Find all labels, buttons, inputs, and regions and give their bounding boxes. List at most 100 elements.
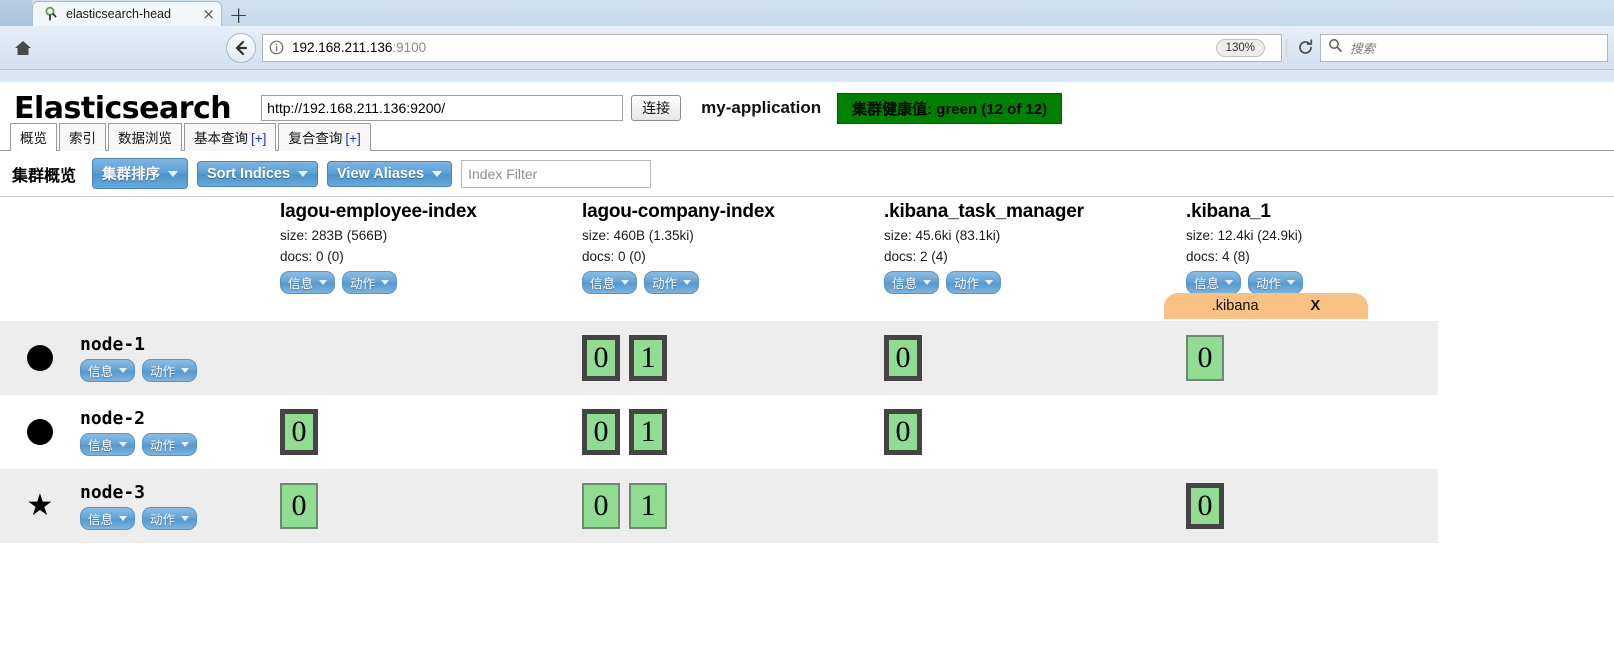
index-column-header: lagou-employee-index size: 283B (566B) doc…: [280, 197, 582, 294]
index-docs: docs: 2 (4): [884, 248, 948, 264]
index-actions: 信息 动作: [884, 270, 1186, 294]
tab-basic-query-plus: [+]: [251, 131, 267, 146]
node-info: node-2 信息 动作: [80, 408, 280, 456]
index-info-button[interactable]: 信息: [582, 270, 638, 294]
shard-replica[interactable]: 0: [1186, 335, 1224, 381]
chevron-down-icon: [181, 516, 190, 521]
chevron-down-icon: [319, 279, 328, 285]
shard-cell: 0: [280, 483, 582, 529]
view-aliases-button[interactable]: View Aliases: [327, 160, 453, 187]
index-info-button[interactable]: 信息: [280, 270, 336, 294]
tab-indices[interactable]: 索引: [59, 123, 106, 151]
index-action-button-label: 动作: [350, 276, 376, 291]
address-bar[interactable]: 192.168.211.136:9100 130%: [262, 33, 1282, 62]
elasticsearch-favicon-icon: [43, 6, 59, 22]
chevron-down-icon: [923, 279, 932, 285]
node-marker: [0, 345, 80, 371]
home-icon[interactable]: [6, 38, 40, 58]
sort-cluster-button[interactable]: 集群排序: [92, 158, 189, 189]
url-host: 192.168.211.136: [292, 40, 393, 55]
node-actions: 信息 动作: [80, 433, 280, 456]
index-info-button-label: 信息: [590, 276, 616, 291]
browser-search-placeholder: 搜索: [1350, 42, 1376, 56]
node-marker: [0, 419, 80, 445]
index-action-button[interactable]: 动作: [1248, 270, 1304, 294]
shard-replica[interactable]: 0: [280, 483, 318, 529]
index-name: .kibana_1: [1186, 201, 1271, 222]
node-info-button[interactable]: 信息: [80, 433, 136, 456]
index-info-button-label: 信息: [288, 276, 314, 291]
chevron-down-icon: [181, 368, 190, 373]
browser-tab[interactable]: elasticsearch-head ×: [32, 1, 222, 26]
alias-row: .kibana X: [0, 293, 1438, 321]
shard-primary[interactable]: 0: [280, 409, 318, 455]
shard-primary[interactable]: 0: [884, 409, 922, 455]
node-name: node-3: [80, 482, 146, 503]
shard-primary[interactable]: 1: [629, 335, 667, 381]
tab-basic-query[interactable]: 基本查询 [+]: [184, 123, 277, 151]
tab-overview-label: 概览: [20, 131, 47, 146]
index-action-button[interactable]: 动作: [644, 270, 700, 294]
cluster-name: my-application: [701, 98, 822, 117]
node-actions: 信息 动作: [80, 359, 280, 382]
index-column-header: lagou-company-index size: 460B (1.35ki) do…: [582, 197, 884, 294]
node-info: node-3 信息 动作: [80, 482, 280, 530]
index-filter-input[interactable]: [461, 159, 652, 188]
reload-icon[interactable]: [1297, 39, 1314, 56]
alias-remove-icon[interactable]: X: [1311, 298, 1321, 314]
cluster-url-input[interactable]: [261, 95, 624, 121]
node-name: node-2: [80, 408, 146, 429]
view-aliases-label: View Aliases: [337, 165, 425, 182]
shard-primary[interactable]: 0: [1186, 483, 1224, 529]
index-actions: 信息 动作: [582, 270, 884, 294]
index-action-button[interactable]: 动作: [342, 270, 398, 294]
site-info-icon[interactable]: [269, 40, 284, 55]
shard-primary[interactable]: 0: [582, 335, 620, 381]
tab-data-browse-label: 数据浏览: [118, 131, 172, 146]
shard-primary[interactable]: 0: [582, 409, 620, 455]
node-action-button[interactable]: 动作: [142, 359, 198, 382]
alias-name: .kibana: [1211, 298, 1259, 314]
sort-indices-label: Sort Indices: [207, 165, 291, 182]
connect-button[interactable]: 连接: [631, 95, 682, 121]
node-info-button-label: 信息: [88, 513, 114, 527]
node-row: ★ node-3 信息 动作 0 0 1 0: [0, 469, 1438, 543]
shard-replica[interactable]: 1: [629, 483, 667, 529]
sort-indices-button[interactable]: Sort Indices: [197, 160, 319, 187]
chevron-down-icon: [119, 516, 128, 521]
index-action-button-label: 动作: [954, 276, 980, 291]
node-info-button[interactable]: 信息: [80, 507, 136, 530]
node-info-button[interactable]: 信息: [80, 359, 136, 382]
index-info-button[interactable]: 信息: [1186, 270, 1242, 294]
browser-search-bar[interactable]: 搜索: [1320, 33, 1608, 62]
node-action-button[interactable]: 动作: [142, 433, 198, 456]
zoom-level-badge[interactable]: 130%: [1215, 38, 1265, 57]
shard-primary[interactable]: 1: [629, 409, 667, 455]
tab-overview[interactable]: 概览: [10, 123, 57, 151]
index-column-header: .kibana_task_manager size: 45.6ki (83.1ki…: [884, 197, 1186, 294]
index-info-button[interactable]: 信息: [884, 270, 940, 294]
cluster-health-badge: 集群健康值: green (12 of 12): [837, 92, 1063, 124]
shard-replica[interactable]: 0: [582, 483, 620, 529]
index-info-button-label: 信息: [892, 276, 918, 291]
index-info-button-label: 信息: [1194, 276, 1220, 291]
index-actions: 信息 动作: [280, 270, 582, 294]
node-row: node-1 信息 动作 0 1 0 0: [0, 321, 1438, 395]
alias-badge[interactable]: .kibana X: [1164, 293, 1368, 319]
node-dot-icon: [27, 345, 53, 371]
shard-cell: 01: [582, 483, 884, 529]
node-dot-icon: [27, 419, 53, 445]
tab-data-browse[interactable]: 数据浏览: [108, 123, 182, 151]
chevron-down-icon: [985, 279, 994, 285]
node-action-button-label: 动作: [150, 365, 176, 379]
index-action-button[interactable]: 动作: [946, 270, 1002, 294]
new-tab-button[interactable]: +: [229, 5, 248, 28]
chevron-down-icon: [381, 279, 390, 285]
back-button[interactable]: [226, 32, 256, 63]
app-header: Elasticsearch 连接 my-application 集群健康值: g…: [0, 82, 1614, 126]
tab-composite-query[interactable]: 复合查询 [+]: [278, 123, 371, 151]
shard-primary[interactable]: 0: [884, 335, 922, 381]
node-action-button[interactable]: 动作: [142, 507, 198, 530]
close-icon[interactable]: ×: [202, 6, 215, 22]
node-row: node-2 信息 动作 0 0 1 0: [0, 395, 1438, 469]
